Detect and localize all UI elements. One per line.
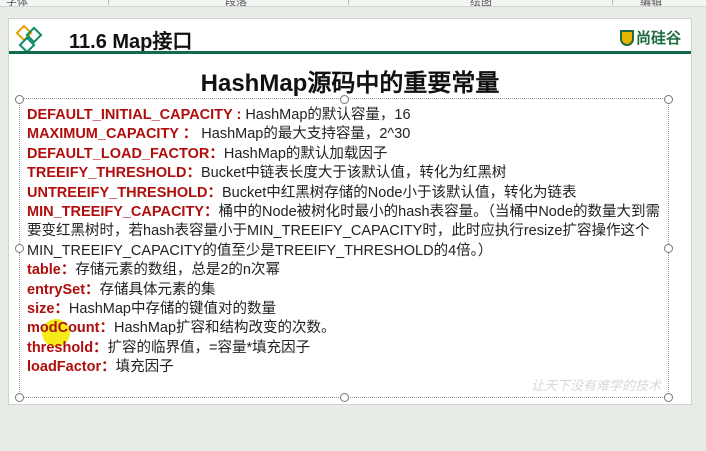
constant-description: 扩容的临界值，=容量*填充因子	[107, 339, 311, 356]
constant-name: table：	[27, 262, 76, 279]
list-item: entrySet：存储具体元素的集	[27, 281, 667, 300]
brand-u-icon	[619, 29, 634, 46]
constant-description: Bucket中链表长度大于该默认值，转化为红黑树	[201, 165, 507, 182]
constant-description: 填充因子	[115, 359, 174, 376]
resize-handle[interactable]	[664, 95, 673, 104]
list-item: size：HashMap中存储的键值对的数量	[27, 300, 667, 319]
constant-name: DEFAULT_LOAD_FACTOR：	[27, 145, 224, 162]
constant-description: HashMap中存储的键值对的数量	[68, 301, 276, 318]
constant-name: modCount：	[27, 320, 114, 337]
resize-handle[interactable]	[664, 393, 673, 402]
ribbon-group-drawing[interactable]: 绘图	[470, 0, 492, 6]
constant-name: UNTREEIFY_THRESHOLD：	[27, 184, 222, 201]
list-item: table：存储元素的数组，总是2的n次幂	[27, 261, 667, 280]
header-divider	[9, 51, 691, 54]
list-item: MAXIMUM_CAPACITY ： HashMap的最大支持容量，2^30	[27, 125, 667, 144]
list-item: modCount：HashMap扩容和结构改变的次数。	[27, 319, 667, 338]
constant-name: entrySet：	[27, 281, 100, 298]
list-item: MIN_TREEIFY_CAPACITY：桶中的Node被树化时最小的hash表…	[27, 203, 667, 261]
constant-name: DEFAULT_INITIAL_CAPACITY :	[27, 107, 242, 123]
watermark: 让天下没有难学的技术	[530, 379, 661, 394]
brand-text: 尚硅谷	[635, 30, 681, 47]
resize-handle[interactable]	[340, 95, 349, 104]
constant-name: MAXIMUM_CAPACITY ：	[27, 126, 198, 143]
constants-list[interactable]: DEFAULT_INITIAL_CAPACITY : HashMap的默认容量，…	[27, 106, 667, 378]
ribbon-group-paragraph[interactable]: 段落	[225, 0, 247, 6]
constant-description: HashMap的最大支持容量，2^30	[197, 126, 411, 143]
resize-handle[interactable]	[15, 393, 24, 402]
constant-description: HashMap的默认加载因子	[223, 145, 388, 162]
constant-description: 存储元素的数组，总是2的n次幂	[75, 262, 280, 279]
constant-name: loadFactor：	[27, 359, 116, 376]
list-item: DEFAULT_INITIAL_CAPACITY : HashMap的默认容量，…	[27, 106, 667, 125]
constant-description: 存储具体元素的集	[99, 281, 216, 298]
ribbon-group-editing[interactable]: 编辑	[640, 0, 662, 6]
list-item: threshold：扩容的临界值，=容量*填充因子	[27, 339, 667, 358]
ribbon-strip: 字体 段落 绘图 编辑	[0, 0, 706, 7]
constant-description: HashMap的默认容量，16	[241, 107, 411, 123]
constant-name: threshold：	[27, 339, 108, 356]
constant-name: TREEIFY_THRESHOLD：	[27, 165, 202, 182]
list-item: DEFAULT_LOAD_FACTOR：HashMap的默认加载因子	[27, 145, 667, 164]
slide[interactable]: 11.6 Map接口 尚硅谷 HashMap源码中的重要常量 DEFAULT_I…	[8, 18, 692, 405]
constant-description: Bucket中红黑树存储的Node小于该默认值，转化为链表	[221, 184, 577, 201]
list-item: TREEIFY_THRESHOLD：Bucket中链表长度大于该默认值，转化为红…	[27, 164, 667, 183]
resize-handle[interactable]	[15, 244, 24, 253]
header-title: 11.6 Map接口	[69, 31, 193, 53]
constant-name: size：	[27, 301, 69, 318]
resize-handle[interactable]	[15, 95, 24, 104]
list-item: UNTREEIFY_THRESHOLD：Bucket中红黑树存储的Node小于该…	[27, 184, 667, 203]
slide-title[interactable]: HashMap源码中的重要常量	[9, 63, 691, 98]
ribbon-group-font[interactable]: 字体	[6, 0, 28, 6]
resize-handle[interactable]	[340, 393, 349, 402]
brand-logo: 尚硅谷	[619, 27, 681, 48]
constant-description: HashMap扩容和结构改变的次数。	[113, 320, 336, 337]
constant-name: MIN_TREEIFY_CAPACITY：	[27, 204, 219, 221]
